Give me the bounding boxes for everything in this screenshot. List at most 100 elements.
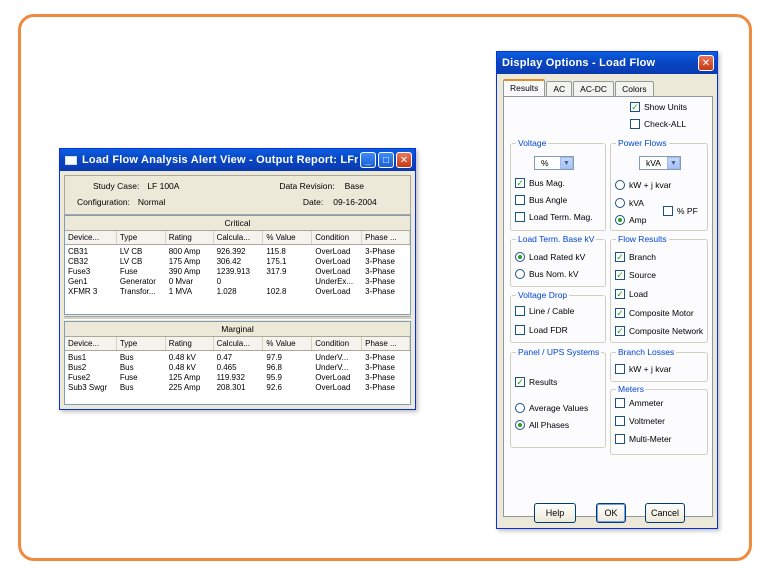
minimize-icon[interactable]: _ <box>360 152 376 168</box>
load-label: Load <box>629 289 648 299</box>
kva-label: kVA <box>629 198 644 208</box>
col-type[interactable]: Type <box>117 231 166 244</box>
load-term-base-title: Load Term. Base kV <box>516 234 597 244</box>
help-button[interactable]: Help <box>534 503 576 523</box>
col-rating[interactable]: Rating <box>166 231 214 244</box>
configuration-value: Normal <box>137 197 166 207</box>
marginal-list[interactable]: Marginal Device... Type Rating Calcula..… <box>64 321 411 405</box>
col-rating[interactable]: Rating <box>166 337 214 350</box>
pf-checkbox[interactable]: % PF <box>663 206 698 216</box>
col-device[interactable]: Device... <box>65 337 117 350</box>
cell: Bus <box>119 383 134 392</box>
checkbox-checked-icon: ✓ <box>615 252 625 262</box>
line-cable-label: Line / Cable <box>529 306 575 316</box>
load-term-mag-checkbox[interactable]: Load Term. Mag. <box>515 212 593 222</box>
tab-ac[interactable]: AC <box>546 81 573 96</box>
multimeter-checkbox[interactable]: Multi-Meter <box>615 434 672 444</box>
branch-losses-group: Branch Losses kW + j kvar <box>610 347 708 382</box>
cancel-button[interactable]: Cancel <box>645 503 685 523</box>
bus-mag-checkbox[interactable]: ✓ Bus Mag. <box>515 178 565 188</box>
check-all-checkbox[interactable]: Check-ALL <box>630 119 686 129</box>
cell: 0.465 <box>216 363 237 372</box>
table-row[interactable]: Sub3 Swgr Bus 225 Amp 208.301 92.6 OverLoad 3-… <box>65 383 410 393</box>
col-percent-value[interactable]: % Value <box>263 231 313 244</box>
table-row[interactable]: CB31 LV CB 800 Amp 926.392 115.8 OverLoad 3-Ph… <box>65 247 410 257</box>
load-rated-kv-label: Load Rated kV <box>529 252 586 262</box>
cell: OverLoad <box>315 257 351 266</box>
display-titlebar[interactable]: Display Options - Load Flow ✕ <box>497 52 717 74</box>
table-row[interactable]: Fuse2 Fuse 125 Amp 119.932 95.9 OverLoad 3-Pha… <box>65 373 410 383</box>
kw-jkvar-label: kW + j kvar <box>629 180 672 190</box>
splitter[interactable] <box>64 316 411 320</box>
line-cable-checkbox[interactable]: Line / Cable <box>515 306 574 316</box>
branch-label: Branch <box>629 252 656 262</box>
chevron-down-icon[interactable]: ▼ <box>667 157 680 169</box>
checkbox-icon <box>515 325 525 335</box>
kw-jkvar-radio[interactable]: kW + j kvar <box>615 180 671 190</box>
tab-results[interactable]: Results <box>503 79 546 96</box>
cell: 390 Amp <box>168 267 201 276</box>
source-checkbox[interactable]: ✓ Source <box>615 270 656 280</box>
load-fdr-checkbox[interactable]: Load FDR <box>515 325 568 335</box>
table-row[interactable]: Gen1 Generator 0 Mvar 0 UnderEx... 3-Phase <box>65 277 410 287</box>
cell: Fuse3 <box>68 267 91 276</box>
composite-motor-checkbox[interactable]: ✓ Composite Motor <box>615 308 694 318</box>
cell: 1 MVA <box>168 287 193 296</box>
col-condition[interactable]: Condition <box>312 231 363 244</box>
show-units-checkbox[interactable]: ✓ Show Units <box>630 102 687 112</box>
voltage-unit-select[interactable]: % ▼ <box>534 156 574 170</box>
col-phase[interactable]: Phase ... <box>362 231 410 244</box>
cell: 0.47 <box>216 353 233 362</box>
col-type[interactable]: Type <box>117 337 166 350</box>
alert-view-window: Load Flow Analysis Alert View - Output R… <box>59 148 416 410</box>
cell: 175 Amp <box>168 257 201 266</box>
checkbox-icon <box>663 206 673 216</box>
study-case-label: Study Case: <box>93 181 140 191</box>
marginal-rows: Bus1 Bus 0.48 kV 0.47 97.9 UnderV... 3-Phase B… <box>65 351 410 393</box>
close-icon[interactable]: ✕ <box>396 152 412 168</box>
checkbox-icon <box>615 364 625 374</box>
cell: Fuse <box>119 373 138 382</box>
amp-radio[interactable]: Amp <box>615 215 646 225</box>
source-label: Source <box>629 270 656 280</box>
table-row[interactable]: CB32 LV CB 175 Amp 306.42 175.1 OverLoad 3-Pha… <box>65 257 410 267</box>
ok-button[interactable]: OK <box>596 503 626 523</box>
panel-results-checkbox[interactable]: ✓ Results <box>515 377 557 387</box>
bus-nom-kv-radio[interactable]: Bus Nom. kV <box>515 269 579 279</box>
alert-titlebar[interactable]: Load Flow Analysis Alert View - Output R… <box>60 149 415 171</box>
losses-kw-jkvar-checkbox[interactable]: kW + j kvar <box>615 364 671 374</box>
critical-list[interactable]: Critical Device... Type Rating Calcula..… <box>64 215 411 315</box>
power-unit-select[interactable]: kVA ▼ <box>639 156 681 170</box>
cell: 97.9 <box>266 353 282 362</box>
branch-checkbox[interactable]: ✓ Branch <box>615 252 656 262</box>
load-rated-kv-radio[interactable]: Load Rated kV <box>515 252 585 262</box>
bus-angle-checkbox[interactable]: Bus Angle <box>515 195 567 205</box>
chevron-down-icon[interactable]: ▼ <box>560 157 573 169</box>
table-row[interactable]: Fuse3 Fuse 390 Amp 1239.913 317.9 OverLoad 3-P… <box>65 267 410 277</box>
cell: Gen1 <box>68 277 88 286</box>
meters-title: Meters <box>616 384 646 394</box>
table-row[interactable]: XFMR 3 Transfor... 1 MVA 1.028 102.8 OverLoad… <box>65 287 410 297</box>
all-phases-radio[interactable]: All Phases <box>515 420 569 430</box>
tab-colors[interactable]: Colors <box>615 81 654 96</box>
col-calculated[interactable]: Calcula... <box>214 337 264 350</box>
composite-network-checkbox[interactable]: ✓ Composite Network <box>615 326 703 336</box>
col-condition[interactable]: Condition <box>312 337 363 350</box>
load-checkbox[interactable]: ✓ Load <box>615 289 648 299</box>
maximize-icon[interactable]: □ <box>378 152 394 168</box>
average-values-radio[interactable]: Average Values <box>515 403 588 413</box>
kva-radio[interactable]: kVA <box>615 198 644 208</box>
checkbox-icon <box>615 434 625 444</box>
cell: OverLoad <box>315 247 351 256</box>
col-device[interactable]: Device... <box>65 231 117 244</box>
col-calculated[interactable]: Calcula... <box>214 231 264 244</box>
bus-angle-label: Bus Angle <box>529 195 568 205</box>
table-row[interactable]: Bus1 Bus 0.48 kV 0.47 97.9 UnderV... 3-Phase <box>65 353 410 363</box>
close-icon[interactable]: ✕ <box>698 55 714 71</box>
voltmeter-checkbox[interactable]: Voltmeter <box>615 416 665 426</box>
ammeter-checkbox[interactable]: Ammeter <box>615 398 663 408</box>
tab-ac-dc[interactable]: AC-DC <box>573 81 615 96</box>
col-percent-value[interactable]: % Value <box>263 337 313 350</box>
col-phase[interactable]: Phase ... <box>362 337 410 350</box>
table-row[interactable]: Bus2 Bus 0.48 kV 0.465 96.8 UnderV... 3-Phase <box>65 363 410 373</box>
